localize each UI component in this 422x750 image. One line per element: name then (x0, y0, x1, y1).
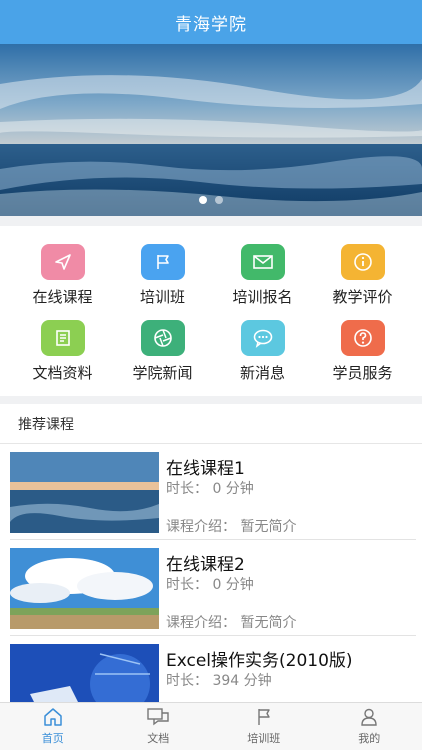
tab-label: 培训班 (247, 732, 281, 745)
tab-label: 文档 (147, 732, 170, 745)
course-title: Excel操作实务(2010版) (166, 651, 353, 671)
section-title: 推荐课程 (18, 416, 74, 433)
banner-image (0, 44, 422, 216)
course-thumbnail (10, 644, 159, 702)
bottom-tab-bar: 首页 文档 培训班 我的 (0, 702, 422, 750)
carousel-indicator (0, 196, 422, 204)
grid-item-label: 在线课程 (32, 288, 93, 306)
carousel-dot[interactable] (199, 196, 207, 204)
grid-item-teaching-evaluation[interactable]: 教学评价 (310, 244, 415, 320)
course-thumbnail (10, 548, 159, 629)
course-title: 在线课程1 (166, 459, 245, 479)
page-title: 青海学院 (175, 14, 247, 35)
recommended-courses-heading: 推荐课程 (0, 404, 422, 444)
grid-item-documents[interactable]: 文档资料 (10, 320, 115, 396)
tab-profile[interactable]: 我的 (317, 703, 422, 750)
grid-item-label: 培训班 (139, 288, 185, 306)
chat-bubble-icon (240, 320, 285, 356)
course-intro: 课程介绍： 暂无简介 (166, 519, 297, 535)
banner-carousel[interactable] (0, 44, 422, 216)
tab-home[interactable]: 首页 (0, 703, 106, 750)
grid-item-label: 文档资料 (32, 364, 93, 382)
paper-plane-icon (40, 244, 85, 280)
course-item[interactable]: 在线课程1 时长： 0 分钟 课程介绍： 暂无简介 (0, 444, 422, 540)
info-icon (340, 244, 385, 280)
document-icon (40, 320, 85, 356)
tab-label: 首页 (41, 732, 64, 745)
grid-item-label: 教学评价 (332, 288, 393, 306)
grid-item-online-courses[interactable]: 在线课程 (10, 244, 115, 320)
course-list: 在线课程1 时长： 0 分钟 课程介绍： 暂无简介 在线课程2 时长： 0 分钟… (0, 444, 422, 702)
grid-item-college-news[interactable]: 学院新闻 (110, 320, 215, 396)
course-thumbnail (10, 452, 159, 533)
course-item[interactable]: 在线课程2 时长： 0 分钟 课程介绍： 暂无简介 (0, 540, 422, 636)
user-icon (361, 708, 377, 726)
home-icon (44, 708, 62, 726)
course-duration: 时长： 0 分钟 (166, 577, 254, 593)
grid-item-label: 培训报名 (232, 288, 293, 306)
top-bar: 青海学院 (0, 0, 422, 44)
grid-item-label: 学员服务 (332, 364, 393, 382)
flag-icon (140, 244, 185, 280)
flag-icon (258, 709, 270, 725)
grid-item-training-signup[interactable]: 培训报名 (210, 244, 315, 320)
grid-item-label: 新消息 (239, 364, 285, 382)
course-item[interactable]: Excel操作实务(2010版) 时长： 394 分钟 (0, 636, 422, 702)
tab-label: 我的 (358, 732, 381, 745)
tab-documents[interactable]: 文档 (106, 703, 212, 750)
mail-icon (240, 244, 285, 280)
feature-grid: 在线课程 培训班 培训报名 教学评价 文档资料 学院新闻 新消息 学员服务 (0, 226, 422, 396)
question-icon (340, 320, 385, 356)
tab-training-class[interactable]: 培训班 (211, 703, 317, 750)
aperture-icon (140, 320, 185, 356)
grid-item-training-class[interactable]: 培训班 (110, 244, 215, 320)
grid-item-new-messages[interactable]: 新消息 (210, 320, 315, 396)
grid-item-student-services[interactable]: 学员服务 (310, 320, 415, 396)
course-title: 在线课程2 (166, 555, 245, 575)
document-chat-icon (147, 708, 169, 726)
course-intro: 课程介绍： 暂无简介 (166, 615, 297, 631)
grid-item-label: 学院新闻 (132, 364, 193, 382)
carousel-dot[interactable] (215, 196, 223, 204)
course-duration: 时长： 394 分钟 (166, 673, 272, 689)
course-duration: 时长： 0 分钟 (166, 481, 254, 497)
